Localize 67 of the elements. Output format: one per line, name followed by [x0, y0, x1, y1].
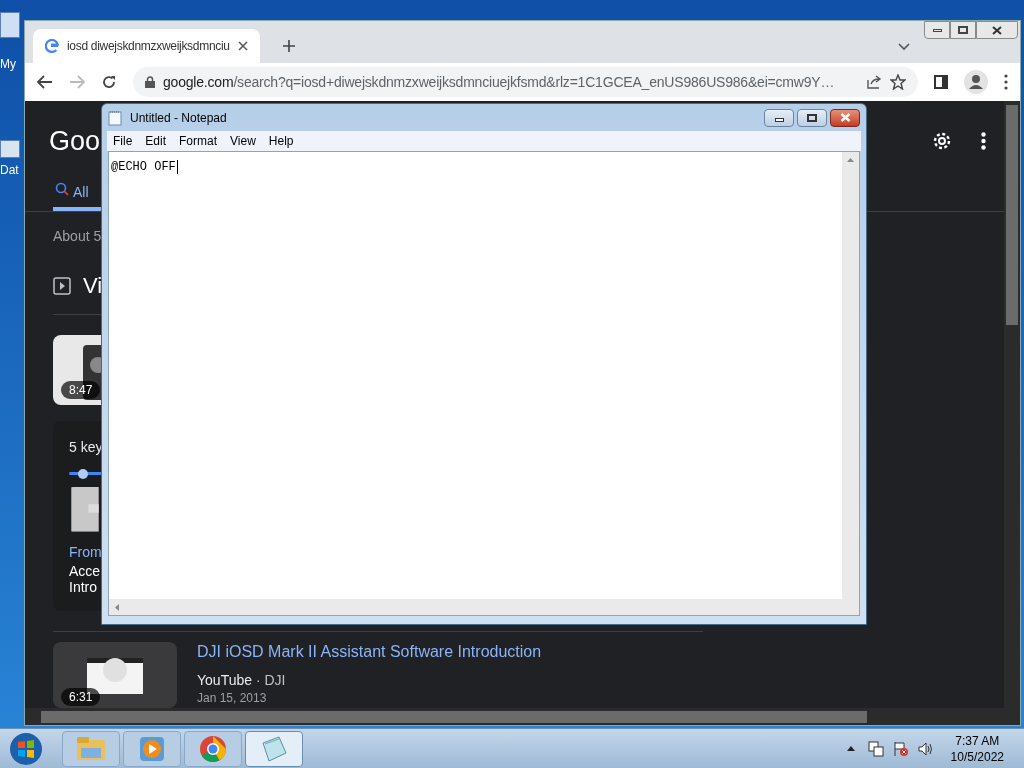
- moment-title[interactable]: Intro: [69, 579, 97, 595]
- vertical-scrollbar[interactable]: [842, 152, 859, 599]
- folder-icon: [76, 735, 106, 762]
- clock-date[interactable]: 10/5/2022: [950, 748, 1004, 765]
- result-title[interactable]: DJI iOSD Mark II Assistant Software Introduction: [197, 642, 542, 662]
- scroll-up-icon[interactable]: [847, 158, 854, 162]
- slider-thumb[interactable]: [78, 469, 89, 479]
- taskbar-button[interactable]: [245, 730, 303, 767]
- vertical-scrollbar[interactable]: [1004, 101, 1020, 708]
- taskbar-button[interactable]: [184, 730, 242, 767]
- desktop-icon-label[interactable]: Dat: [0, 164, 19, 176]
- play-icon: [139, 735, 165, 762]
- menu-item[interactable]: Edit: [139, 132, 173, 150]
- maximize-button[interactable]: [797, 108, 827, 127]
- chrome-icon: [199, 734, 227, 763]
- horizontal-scrollbar[interactable]: [25, 708, 1020, 725]
- menu-item[interactable]: Format: [173, 132, 224, 150]
- close-button[interactable]: [830, 108, 860, 127]
- result-source: YouTube · DJI: [197, 671, 287, 690]
- section-heading: Vi: [83, 272, 103, 300]
- speaker-icon[interactable]: [917, 740, 934, 757]
- new-tab-icon[interactable]: [281, 39, 296, 53]
- close-icon: [992, 25, 1002, 35]
- flag-icon[interactable]: [892, 740, 909, 757]
- minimize-button[interactable]: [924, 21, 950, 39]
- network-icon[interactable]: [867, 740, 884, 757]
- moment-title[interactable]: Acce: [69, 563, 101, 579]
- tab-title: iosd diwejskdnmzxweijksdmnciu: [67, 38, 230, 55]
- video-duration: 8:47: [61, 381, 101, 399]
- source-link[interactable]: From: [69, 542, 102, 563]
- star-icon[interactable]: [890, 74, 906, 90]
- minimize-button[interactable]: [764, 108, 794, 127]
- progress-track[interactable]: [69, 472, 101, 476]
- google-logo[interactable]: Goo: [49, 127, 101, 155]
- close-button[interactable]: [976, 21, 1018, 39]
- share-icon[interactable]: [866, 75, 882, 89]
- address-bar[interactable]: google.com/search?q=iosd+diwejskdnmzxweijksdmnciuejkfsmd&rlz=1C1GCEA_enUS986US986&ei=cmw9Y…: [133, 67, 918, 97]
- close-icon: [839, 113, 851, 122]
- search-icon: [55, 181, 69, 196]
- clock-time[interactable]: 7:37 AM: [955, 732, 1000, 749]
- menu-item[interactable]: View: [224, 132, 262, 150]
- tray-arrow-icon[interactable]: [846, 746, 855, 751]
- scroll-left-icon[interactable]: [115, 603, 119, 611]
- close-icon[interactable]: [237, 41, 248, 51]
- menu-item[interactable]: File: [107, 132, 139, 150]
- notepad-icon: [259, 734, 289, 763]
- window-title: Untitled - Notepad: [130, 109, 227, 127]
- reload-icon[interactable]: [101, 74, 117, 90]
- more-icon[interactable]: [981, 132, 986, 151]
- video-duration: 6:31: [61, 688, 101, 706]
- more-icon[interactable]: [1004, 74, 1008, 90]
- key-moments-title: 5 key: [69, 438, 103, 457]
- desktop-icon-label[interactable]: My: [0, 58, 16, 70]
- maximize-button[interactable]: [950, 21, 976, 39]
- url-text: google.com/search?q=iosd+diwejskdnmzxweijksdmnciuejkfsmd&rlz=1C1GCEA_enUS986US986&ei=cmw9Y…: [163, 72, 835, 92]
- result-date: Jan 15, 2013: [197, 691, 268, 705]
- notepad-icon: [108, 109, 122, 126]
- side-panel-icon[interactable]: [934, 75, 948, 89]
- profile-icon[interactable]: [964, 70, 988, 94]
- back-icon[interactable]: [37, 75, 53, 89]
- browser-tab[interactable]: iosd diwejskdnmzxweijksdmnciu: [33, 29, 260, 63]
- lock-icon: [145, 76, 155, 88]
- horizontal-scrollbar[interactable]: [109, 599, 842, 615]
- chevron-down-icon[interactable]: [898, 43, 910, 51]
- video-icon: [53, 276, 71, 295]
- menu-item[interactable]: Help: [262, 132, 300, 150]
- result-stats: About 5: [53, 227, 102, 246]
